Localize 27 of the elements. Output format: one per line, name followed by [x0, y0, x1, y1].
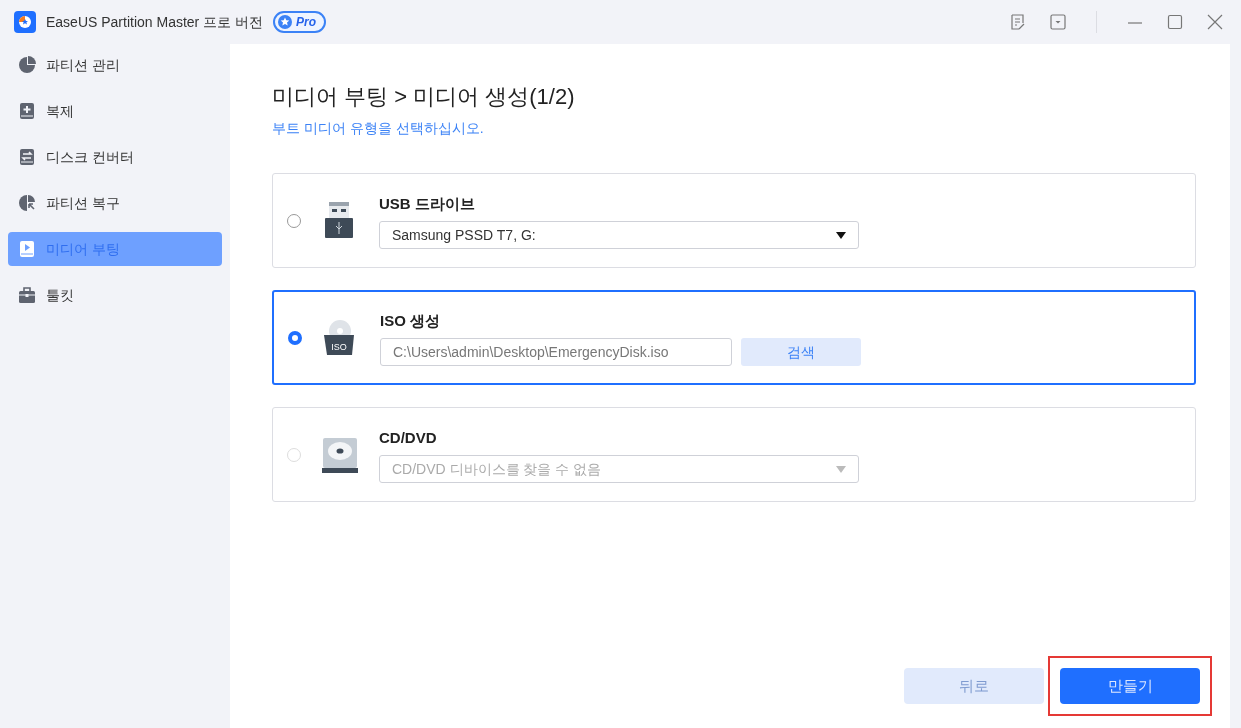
- radio-button[interactable]: [287, 213, 301, 228]
- pie-recovery-icon: [18, 194, 36, 212]
- page-heading: 미디어 부팅 > 미디어 생성(1/2): [272, 84, 576, 111]
- toolbox-icon: [18, 286, 36, 304]
- sidebar-item[interactable]: 복제: [8, 94, 222, 128]
- plus-drive-icon: [18, 102, 36, 120]
- page-subtitle: 부트 미디어 유형을 선택하십시오.: [272, 119, 485, 139]
- window-title: EaseUS Partition Master 프로 버전: [46, 12, 264, 32]
- option-title: CD/DVD: [379, 427, 438, 448]
- caret-icon: [836, 231, 846, 239]
- radio-button[interactable]: [288, 330, 302, 345]
- dropdown-field[interactable]: Samsung PSSD T7, G:: [379, 221, 859, 250]
- sidebar-item[interactable]: 파티션 복구: [8, 186, 222, 220]
- path-input-field[interactable]: C:\Users\admin\Desktop\EmergencyDisk.iso: [380, 338, 732, 367]
- app-logo-icon: [14, 11, 36, 33]
- option-title: USB 드라이브: [379, 193, 476, 214]
- disc-drive-icon: [321, 435, 359, 474]
- pro-badge: Pro: [273, 11, 327, 33]
- convert-drive-icon: [18, 148, 36, 166]
- sidebar-item[interactable]: 디스크 컨버터: [8, 140, 222, 174]
- sidebar-item[interactable]: 파티션 관리: [8, 48, 222, 82]
- play-drive-icon: [18, 240, 36, 258]
- pie-chart-icon: [18, 56, 36, 74]
- option-title: ISO 생성: [380, 310, 441, 331]
- create-button[interactable]: 만들기: [1060, 668, 1200, 704]
- sidebar-item[interactable]: 툴킷: [8, 278, 222, 312]
- caret-icon: [836, 465, 846, 473]
